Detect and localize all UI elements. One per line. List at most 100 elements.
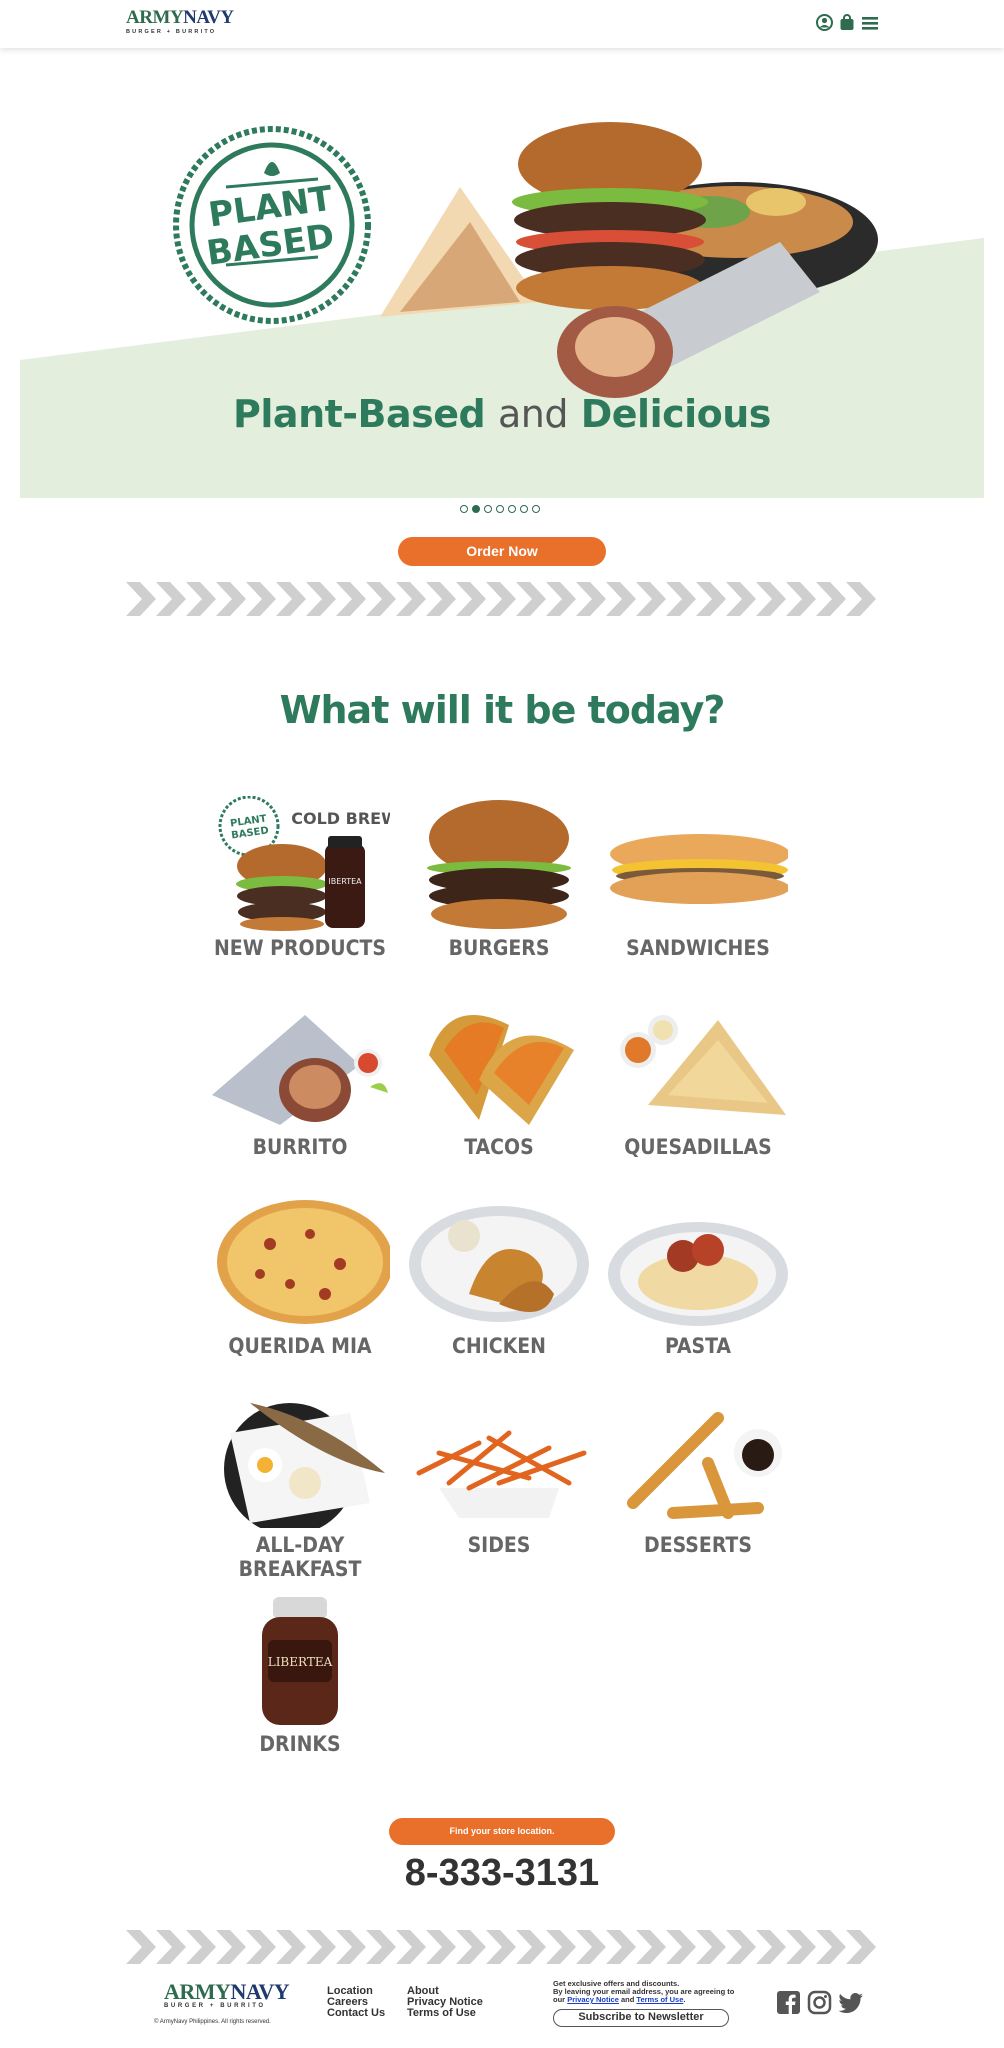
category-tacos[interactable]: TACOS	[404, 995, 594, 1185]
chevron-shape	[696, 1930, 726, 1964]
tacos-image	[429, 1015, 574, 1125]
chevron-shape	[486, 1930, 516, 1964]
chevron-shape	[456, 582, 486, 616]
chevron-shape	[396, 1930, 426, 1964]
quesadillas-image	[620, 1015, 786, 1115]
chevron-shape	[156, 582, 186, 616]
site-header: ARMYNAVY BURGER + BURRITO	[0, 0, 1004, 48]
chevron-shape	[606, 582, 636, 616]
facebook-icon[interactable]	[776, 1990, 801, 2020]
category-quesadillas[interactable]: QUESADILLAS	[603, 995, 793, 1185]
category-sides[interactable]: SIDES	[404, 1393, 594, 1583]
chevron-shape	[306, 582, 336, 616]
category-all-day-breakfast[interactable]: ALL-DAY BREAKFAST	[205, 1393, 395, 1583]
privacy-notice-link[interactable]: Privacy Notice	[567, 1995, 619, 2004]
carousel-dot[interactable]	[460, 505, 468, 513]
category-label: SIDES	[467, 1533, 531, 1557]
chevron-shape	[816, 1930, 846, 1964]
category-label: QUESADILLAS	[624, 1135, 772, 1159]
footer-links-col2: About Privacy Notice Terms of Use	[407, 1986, 483, 2019]
category-sandwiches[interactable]: SANDWICHES	[603, 796, 793, 986]
carousel-dot-active[interactable]	[472, 505, 480, 513]
chevron-shape	[576, 582, 606, 616]
chevron-shape	[126, 582, 156, 616]
logo-tagline: BURGER + BURRITO	[126, 29, 217, 35]
chevron-shape	[666, 1930, 696, 1964]
category-burgers[interactable]: BURGERS	[404, 796, 594, 986]
order-now-button[interactable]: Order Now	[398, 537, 606, 566]
find-store-button[interactable]: Find your store location.	[389, 1818, 615, 1845]
chevron-shape	[666, 582, 696, 616]
terms-link[interactable]: Terms of Use	[636, 1995, 683, 2004]
chevron-shape	[366, 582, 396, 616]
carousel-dot[interactable]	[508, 505, 516, 513]
chevron-shape	[216, 582, 246, 616]
chevron-shape	[246, 1930, 276, 1964]
category-label: BURRITO	[252, 1135, 348, 1159]
new-products-image: PLANT BASED COLD BREW IBERTEA	[218, 796, 390, 931]
category-label: TACOS	[464, 1135, 534, 1159]
logo-wordmark: ARMYNAVY	[126, 7, 234, 28]
burrito-image	[212, 1015, 388, 1125]
armynavy-logo[interactable]: ARMYNAVY BURGER + BURRITO	[126, 7, 234, 38]
svg-text:LIBERTEA: LIBERTEA	[268, 1655, 333, 1669]
chevron-shape	[426, 1930, 456, 1964]
chevron-shape	[636, 1930, 666, 1964]
category-drinks[interactable]: LIBERTEA DRINKS	[205, 1592, 395, 1782]
copyright-text: © ArmyNavy Philippines. All rights reser…	[154, 2019, 271, 2025]
chevron-divider-bottom	[126, 1930, 876, 1964]
hero-banner[interactable]: PLANT BASED Plant-Based and Delicious	[20, 102, 984, 498]
chevron-shape	[186, 582, 216, 616]
user-icon[interactable]	[816, 14, 833, 36]
chevron-shape	[306, 1930, 336, 1964]
chevron-shape	[756, 1930, 786, 1964]
svg-text:IBERTEA: IBERTEA	[328, 877, 362, 886]
svg-text:COLD BREW: COLD BREW	[291, 809, 390, 828]
category-chicken[interactable]: CHICKEN	[404, 1194, 594, 1384]
header-icons	[816, 14, 879, 36]
chevron-shape	[816, 582, 846, 616]
twitter-icon[interactable]	[838, 1990, 864, 2020]
chevron-shape	[156, 1930, 186, 1964]
chevron-shape	[726, 582, 756, 616]
chevron-shape	[276, 582, 306, 616]
category-label: ALL-DAY BREAKFAST	[238, 1533, 362, 1581]
category-burrito[interactable]: BURRITO	[205, 995, 395, 1185]
chevron-shape	[456, 1930, 486, 1964]
instagram-icon[interactable]	[807, 1990, 832, 2020]
chevron-shape	[186, 1930, 216, 1964]
chevron-shape	[546, 1930, 576, 1964]
chevron-shape	[336, 582, 366, 616]
chevron-shape	[636, 582, 666, 616]
hero-artwork: PLANT BASED	[20, 122, 984, 498]
sides-image	[416, 1430, 587, 1518]
footer-logo-tagline: BURGER + BURRITO	[164, 2003, 266, 2009]
carousel-dot[interactable]	[520, 505, 528, 513]
phone-number[interactable]: 8-333-3131	[0, 1852, 1004, 1895]
footer-logo[interactable]: ARMYNAVY BURGER + BURRITO	[164, 1981, 290, 2012]
newsletter-line3: our Privacy Notice and Terms of Use.	[553, 1995, 686, 2004]
category-pasta[interactable]: PASTA	[603, 1194, 793, 1384]
category-querida-mia[interactable]: QUERIDA MIA	[205, 1194, 395, 1384]
chevron-divider-top	[126, 582, 876, 616]
category-label: DRINKS	[259, 1732, 341, 1756]
footer-link-terms[interactable]: Terms of Use	[407, 2008, 483, 2019]
chevron-shape	[336, 1930, 366, 1964]
subscribe-newsletter-button[interactable]: Subscribe to Newsletter	[553, 2009, 729, 2027]
social-links	[776, 1990, 864, 2020]
chevron-shape	[696, 582, 726, 616]
shopping-bag-icon[interactable]	[839, 14, 855, 36]
carousel-dots	[460, 505, 540, 513]
chevron-shape	[276, 1930, 306, 1964]
chevron-shape	[576, 1930, 606, 1964]
category-label: NEW PRODUCTS	[214, 936, 386, 960]
desserts-image	[627, 1412, 782, 1519]
category-desserts[interactable]: DESSERTS	[603, 1393, 793, 1583]
category-new-products[interactable]: PLANT BASED COLD BREW IBERTEA NEW PRODUC…	[205, 796, 395, 986]
carousel-dot[interactable]	[532, 505, 540, 513]
category-label: BURGERS	[448, 936, 550, 960]
carousel-dot[interactable]	[496, 505, 504, 513]
footer-link-contact[interactable]: Contact Us	[327, 2008, 385, 2019]
menu-icon[interactable]	[861, 15, 879, 36]
carousel-dot[interactable]	[484, 505, 492, 513]
